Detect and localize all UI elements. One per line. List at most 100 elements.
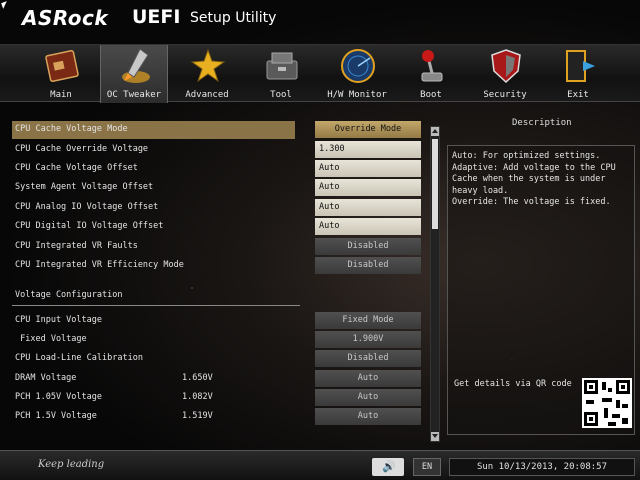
cpu-cache-voltage-offset-input[interactable]: Auto (315, 160, 421, 177)
fixed-voltage-input[interactable]: 1.900V (315, 331, 421, 348)
main-board-icon (45, 49, 79, 83)
shield-icon (491, 49, 521, 84)
cpu-analog-io-voltage-offset-input[interactable]: Auto (315, 199, 421, 216)
exit-door-icon (566, 50, 595, 82)
qr-module (608, 422, 616, 426)
setting-label: CPU Load-Line Calibration (15, 353, 143, 363)
tab-security-label: Security (483, 90, 527, 100)
qr-module (612, 414, 620, 418)
setting-cpu-load-line-calibration[interactable]: CPU Load-Line Calibration Disabled (12, 350, 422, 368)
setting-label: CPU Digital IO Voltage Offset (15, 221, 164, 231)
tab-security[interactable]: Security (471, 45, 539, 103)
setting-fixed-voltage[interactable]: Fixed Voltage 1.900V (12, 331, 422, 349)
setting-cpu-integrated-vr-faults[interactable]: CPU Integrated VR Faults Disabled (12, 238, 422, 256)
toolbox-icon (266, 52, 298, 80)
pch-15v-voltage-reading: 1.519V (182, 411, 213, 421)
setting-cpu-cache-override-voltage[interactable]: CPU Cache Override Voltage 1.300 (12, 141, 422, 159)
dram-voltage-select[interactable]: Auto (315, 370, 421, 387)
cpu-input-voltage-select[interactable]: Fixed Mode (315, 312, 421, 329)
setting-label: CPU Integrated VR Faults (15, 241, 138, 251)
qr-module (586, 400, 594, 404)
qr-finder-pattern (616, 380, 630, 394)
uefi-title: UEFI (132, 6, 181, 28)
header: ASRock UEFI Setup Utility (0, 0, 640, 42)
setting-label: PCH 1.5V Voltage (15, 411, 97, 421)
scroll-up-arrow-icon[interactable] (431, 127, 439, 136)
mouse-cursor-icon (1, 1, 9, 9)
qr-module (616, 400, 620, 408)
keep-leading-slogan: Keep leading (38, 459, 105, 470)
description-panel: Auto: For optimized settings. Adaptive: … (447, 145, 635, 435)
cpu-cache-voltage-mode-select[interactable]: Override Mode (315, 121, 421, 138)
setting-cpu-integrated-vr-efficiency-mode[interactable]: CPU Integrated VR Efficiency Mode Disabl… (12, 257, 422, 275)
sound-toggle-button[interactable]: 🔊 (372, 458, 404, 476)
pch-105v-voltage-select[interactable]: Auto (315, 389, 421, 406)
setting-pch-15v-voltage[interactable]: PCH 1.5V Voltage 1.519V Auto (12, 408, 422, 426)
brand-logo: ASRock (22, 6, 109, 30)
scrollbar-thumb[interactable] (432, 139, 438, 229)
system-agent-voltage-offset-input[interactable]: Auto (315, 179, 421, 196)
speaker-icon: 🔊 (382, 460, 396, 473)
joystick-icon (421, 50, 443, 82)
pch-15v-voltage-select[interactable]: Auto (315, 408, 421, 425)
footer-bar: Keep leading 🔊 EN Sun 10/13/2013, 20:08:… (0, 450, 640, 480)
tab-oc-tweaker-label: OC Tweaker (106, 90, 162, 100)
setting-label: CPU Integrated VR Efficiency Mode (15, 260, 184, 270)
qr-module (622, 418, 628, 424)
tab-main-label: Main (50, 90, 72, 100)
setting-system-agent-voltage-offset[interactable]: System Agent Voltage Offset Auto (12, 179, 422, 197)
description-text: Auto: For optimized settings. Adaptive: … (452, 151, 616, 207)
setting-dram-voltage[interactable]: DRAM Voltage 1.650V Auto (12, 370, 422, 388)
dram-voltage-reading: 1.650V (182, 373, 213, 383)
tab-advanced-label: Advanced (185, 90, 229, 100)
language-button[interactable]: EN (413, 458, 441, 476)
qr-code-image[interactable] (582, 378, 632, 428)
setting-cpu-input-voltage[interactable]: CPU Input Voltage Fixed Mode (12, 312, 422, 330)
tab-advanced[interactable]: Advanced (173, 45, 241, 103)
tab-main[interactable]: Main (27, 45, 95, 103)
setting-pch-105v-voltage[interactable]: PCH 1.05V Voltage 1.082V Auto (12, 389, 422, 407)
tab-tool-label: Tool (270, 90, 292, 100)
pch-105v-voltage-reading: 1.082V (182, 392, 213, 402)
setting-label: Fixed Voltage (15, 334, 87, 344)
main-tab-bar: Main OC Tweaker Advanced Tool H/W Monito… (0, 44, 640, 103)
radar-icon (341, 49, 375, 83)
tab-hw-monitor-label: H/W Monitor (327, 90, 387, 100)
setting-label: CPU Cache Voltage Mode (15, 124, 128, 134)
section-divider (12, 305, 300, 306)
qr-code-label: Get details via QR code (454, 379, 572, 389)
qr-module (602, 382, 606, 390)
setting-cpu-cache-voltage-offset[interactable]: CPU Cache Voltage Offset Auto (12, 160, 422, 178)
scroll-down-arrow-icon[interactable] (431, 432, 439, 441)
setting-label: CPU Analog IO Voltage Offset (15, 202, 159, 212)
setting-cpu-digital-io-voltage-offset[interactable]: CPU Digital IO Voltage Offset Auto (12, 218, 422, 236)
cpu-integrated-vr-faults-select[interactable]: Disabled (315, 238, 421, 255)
qr-finder-pattern (584, 380, 598, 394)
qr-finder-pattern (584, 412, 598, 426)
qr-module (622, 404, 628, 408)
voltage-configuration-heading: Voltage Configuration (15, 290, 123, 300)
star-icon (190, 48, 226, 83)
cpu-integrated-vr-efficiency-mode-select[interactable]: Disabled (315, 257, 421, 274)
tab-boot-label: Boot (420, 90, 442, 100)
cpu-cache-override-voltage-input[interactable]: 1.300 (315, 141, 421, 158)
tab-tool[interactable]: Tool (247, 45, 315, 103)
datetime-display: Sun 10/13/2013, 20:08:57 (449, 458, 635, 476)
setting-label: DRAM Voltage (15, 373, 77, 383)
tab-exit[interactable]: Exit (544, 45, 612, 103)
cpu-digital-io-voltage-offset-input[interactable]: Auto (315, 218, 421, 235)
tab-hw-monitor[interactable]: H/W Monitor (323, 45, 391, 103)
description-title: Description (512, 118, 572, 128)
tab-boot[interactable]: Boot (397, 45, 465, 103)
tab-oc-tweaker[interactable]: OC Tweaker (100, 45, 168, 103)
settings-scrollbar[interactable] (430, 126, 440, 442)
setting-label: PCH 1.05V Voltage (15, 392, 102, 402)
setup-utility-title: Setup Utility (190, 10, 277, 26)
cpu-load-line-calibration-select[interactable]: Disabled (315, 350, 421, 367)
tab-exit-label: Exit (567, 90, 589, 100)
setting-cpu-analog-io-voltage-offset[interactable]: CPU Analog IO Voltage Offset Auto (12, 199, 422, 217)
setting-label: CPU Cache Override Voltage (15, 144, 149, 154)
setting-cpu-cache-voltage-mode[interactable]: CPU Cache Voltage Mode Override Mode (12, 121, 422, 139)
settings-list: CPU Cache Voltage Mode Override Mode CPU… (0, 110, 430, 430)
qr-module (608, 388, 612, 392)
